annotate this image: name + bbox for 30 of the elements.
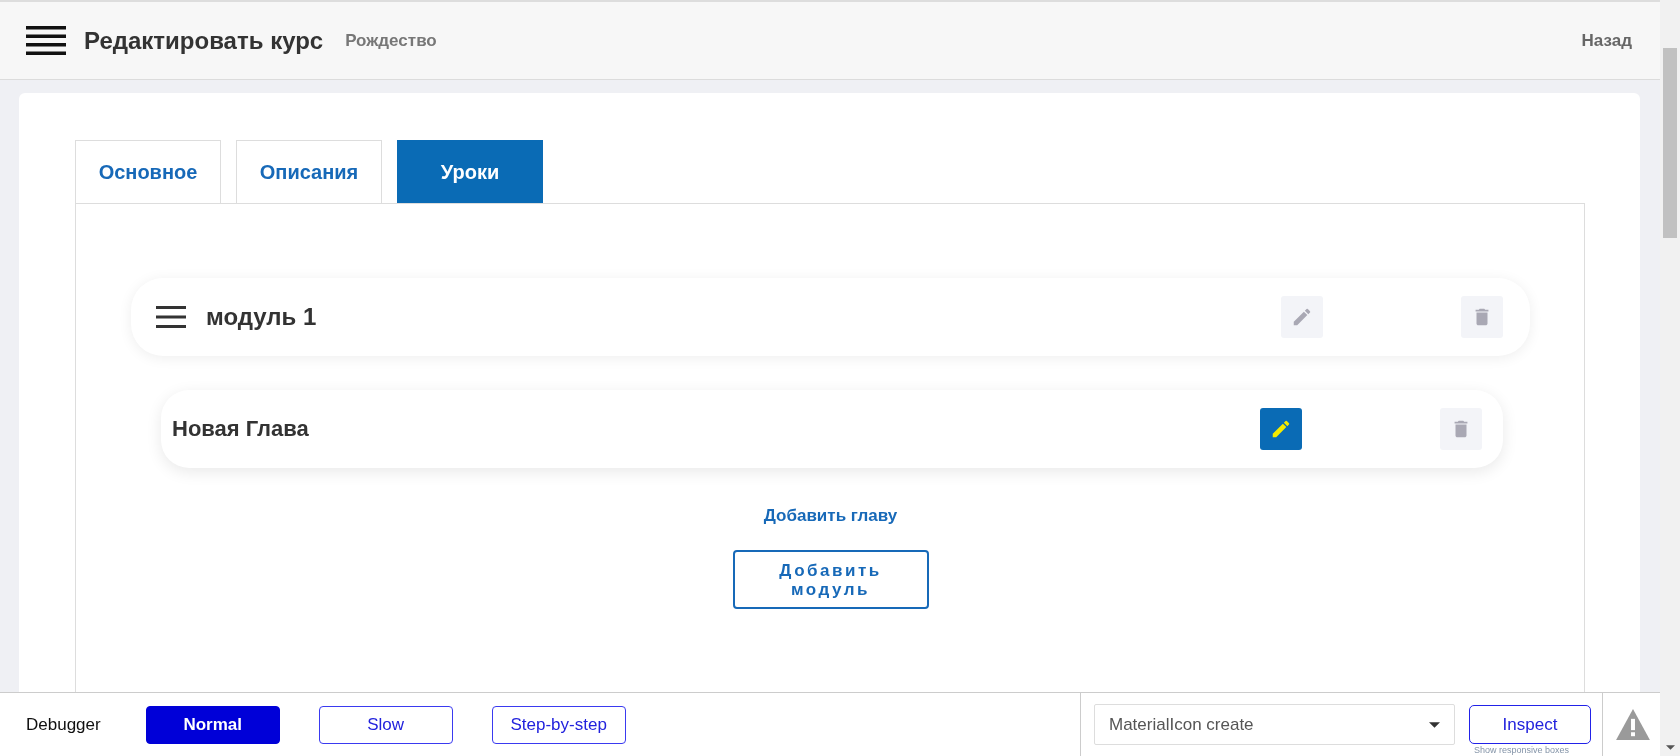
mode-button[interactable]: Slow xyxy=(318,705,453,744)
edit-button[interactable] xyxy=(1260,408,1302,450)
back-link[interactable]: Назад xyxy=(1581,30,1632,51)
pencil-icon xyxy=(1291,306,1313,328)
tab[interactable]: Основное xyxy=(75,140,221,203)
tab[interactable]: Описания xyxy=(236,140,382,203)
add-module-button[interactable]: Добавить модуль xyxy=(732,550,929,609)
mode-button[interactable]: Normal xyxy=(145,705,280,744)
page-title: Редактировать курс xyxy=(84,26,324,55)
caret-icon[interactable] xyxy=(1429,721,1440,728)
component-select[interactable]: MaterialIcon create xyxy=(1094,704,1455,745)
edit-button[interactable] xyxy=(1281,296,1323,338)
menu-icon[interactable] xyxy=(156,306,186,328)
delete-button[interactable] xyxy=(1461,296,1503,338)
delete-button[interactable] xyxy=(1440,408,1482,450)
scroll-thumb[interactable] xyxy=(1663,48,1677,238)
menu-icon[interactable] xyxy=(26,25,66,56)
tab[interactable]: Уроки xyxy=(397,140,543,203)
scrollbar[interactable] xyxy=(1660,0,1680,756)
add-chapter-link[interactable]: Добавить главу xyxy=(763,506,898,526)
course-name: Рождество xyxy=(345,30,437,51)
module-title: модуль 1 xyxy=(206,303,317,331)
hint-text: Show responsive boxes xyxy=(1474,745,1570,755)
pencil-icon xyxy=(1270,418,1292,440)
scroll-down-icon[interactable] xyxy=(1666,745,1675,750)
chapter-title: Новая Глава xyxy=(172,416,309,442)
warning-icon[interactable] xyxy=(1616,709,1650,740)
debugger-label: Debugger xyxy=(26,714,101,735)
mode-button[interactable]: Step-by-step xyxy=(491,705,626,744)
inspect-button[interactable]: Inspect xyxy=(1469,705,1591,744)
